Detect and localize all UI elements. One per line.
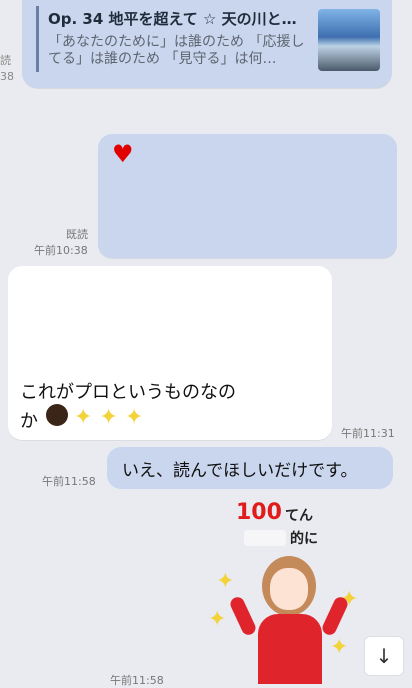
sticker-character-body [258, 614, 322, 684]
message-time: 午前11:58 [110, 674, 164, 687]
sticker-sparkle-icon: ✦ [330, 635, 349, 660]
sticker-score: 100 [236, 500, 282, 525]
sticker-character-face [270, 568, 308, 610]
sent-heart-bubble[interactable] [98, 134, 397, 258]
previous-time-stub: 読 38 [0, 54, 14, 83]
sticker-sparkle-icon: ✦ [216, 569, 235, 594]
link-title[interactable]: Op. 34 地平を超えて ☆ 天の川と… [48, 8, 306, 29]
sticker-sparkle-icon: ✦ [208, 607, 227, 632]
link-accent-bar [36, 6, 39, 72]
sparkles-icon: ✦ ✦ ✦ [74, 405, 144, 430]
message-time: 午前11:31 [341, 427, 395, 440]
sticker-redacted-text [244, 530, 286, 546]
heart-icon: ♥ [112, 140, 134, 168]
face-emoji-icon [46, 404, 68, 426]
reply-text: いえ、読んでほしいだけです。 [122, 461, 358, 481]
message-time: 午前10:38 [34, 244, 88, 257]
link-description: 「あなたのために」は誰のため 「応援してる」は誰のため 「見守る」は何… [48, 34, 305, 67]
received-message-line1: これがプロというものなの [20, 382, 236, 403]
sticker-line2: 的に [290, 531, 318, 547]
sticker-score-suffix: てん [285, 508, 313, 524]
arrow-down-icon: ↓ [375, 644, 393, 668]
received-message-line2: か [20, 411, 38, 432]
link-thumbnail[interactable] [318, 9, 380, 71]
read-label: 既読 [66, 228, 88, 241]
scroll-to-bottom-button[interactable]: ↓ [364, 636, 404, 676]
message-time: 午前11:58 [42, 475, 96, 488]
